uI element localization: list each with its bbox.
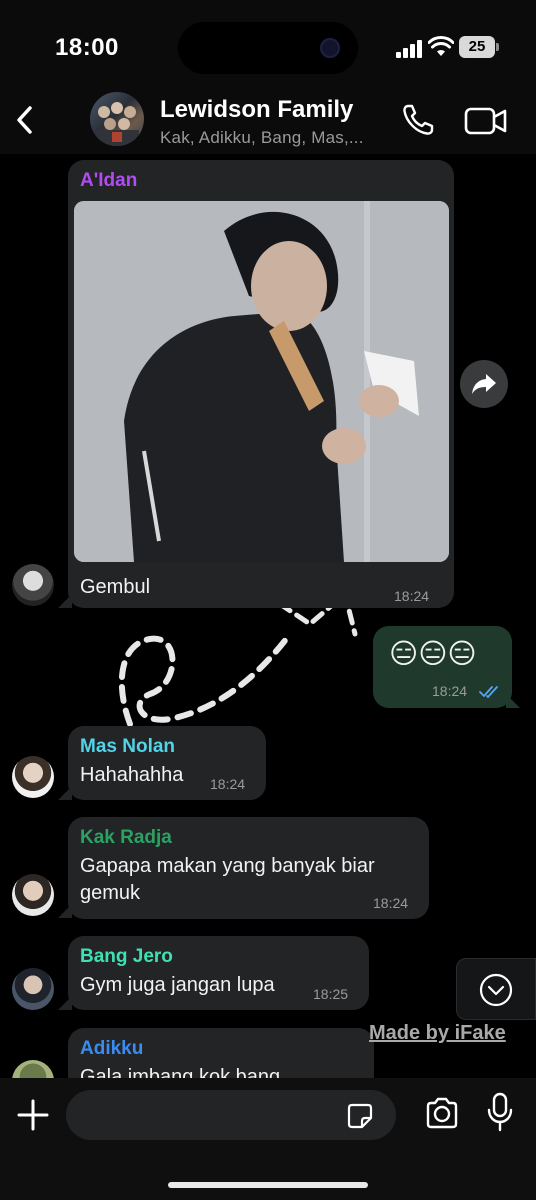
status-bar: 18:00 25	[0, 0, 536, 92]
message-text: Gala imbang kok bang	[80, 1066, 281, 1078]
video-camera-icon[interactable]	[464, 104, 508, 138]
message-text: Hahahahha	[80, 764, 184, 786]
message-text: Gapapa makan yang banyak biar gemuk	[80, 853, 375, 907]
scroll-to-bottom-button[interactable]	[456, 958, 536, 1020]
message-bubble[interactable]: Kak Radja Gapapa makan yang banyak biar …	[68, 817, 429, 919]
message-text: 😑😑😑	[389, 637, 477, 670]
sender-name: Bang Jero	[80, 946, 173, 967]
plus-icon[interactable]	[16, 1098, 50, 1132]
message-time: 18:24	[432, 683, 468, 699]
message-text-line: gemuk	[80, 882, 141, 904]
message-text-line: Gapapa makan yang banyak biar	[80, 855, 375, 877]
watermark: Made by iFake	[369, 1022, 506, 1044]
microphone-icon[interactable]	[486, 1092, 514, 1132]
message-bubble[interactable]: Adikku Gala imbang kok bang	[68, 1028, 374, 1078]
message-list[interactable]: A'Idan Gembul 18:24 😑😑😑 18:24 Mas Nolan …	[0, 154, 536, 1078]
message-photo[interactable]	[74, 201, 449, 562]
message-bubble-outgoing[interactable]: 😑😑😑 18:24	[373, 626, 512, 708]
dynamic-island	[178, 22, 358, 74]
avatar[interactable]	[12, 756, 54, 798]
chat-title[interactable]: Lewidson Family	[160, 96, 353, 124]
message-time: 18:25	[313, 986, 349, 1002]
chevron-left-icon[interactable]	[10, 100, 40, 140]
front-camera-icon	[320, 38, 340, 58]
avatar[interactable]	[12, 1060, 54, 1078]
message-bubble[interactable]: Mas Nolan Hahahahha 18:24	[68, 726, 266, 800]
wifi-icon	[428, 36, 454, 56]
chat-members[interactable]: Kak, Adikku, Bang, Mas,...	[160, 128, 364, 148]
message-bubble[interactable]: Bang Jero Gym juga jangan lupa 18:25	[68, 936, 369, 1010]
forward-arrow-icon	[472, 374, 496, 394]
avatar[interactable]	[12, 874, 54, 916]
phone-icon[interactable]	[400, 102, 436, 138]
sender-name: Kak Radja	[80, 827, 172, 848]
message-text: Gym juga jangan lupa	[80, 974, 275, 996]
sender-name: A'Idan	[80, 170, 138, 191]
signal-icon	[396, 38, 426, 58]
avatar[interactable]	[12, 564, 54, 606]
composer-bar	[0, 1078, 536, 1200]
double-check-icon	[479, 686, 498, 699]
message-time: 18:24	[373, 895, 409, 911]
message-time: 18:24	[394, 588, 430, 604]
avatar[interactable]	[12, 968, 54, 1010]
message-time: 18:24	[210, 776, 246, 792]
group-avatar[interactable]	[90, 92, 144, 146]
home-indicator[interactable]	[168, 1182, 368, 1188]
sender-name: Mas Nolan	[80, 736, 176, 757]
camera-icon[interactable]	[424, 1096, 460, 1130]
sticker-icon[interactable]	[346, 1102, 374, 1130]
status-time: 18:00	[55, 34, 119, 61]
message-text: Gembul	[80, 576, 151, 598]
chat-header: Lewidson Family Kak, Adikku, Bang, Mas,.…	[0, 92, 536, 154]
forward-button[interactable]	[460, 360, 508, 408]
message-bubble[interactable]: A'Idan Gembul 18:24	[68, 160, 454, 608]
battery-icon: 25	[459, 36, 499, 58]
sender-name: Adikku	[80, 1038, 144, 1059]
chevron-down-circle-icon	[479, 973, 513, 1007]
battery-level: 25	[459, 36, 495, 58]
